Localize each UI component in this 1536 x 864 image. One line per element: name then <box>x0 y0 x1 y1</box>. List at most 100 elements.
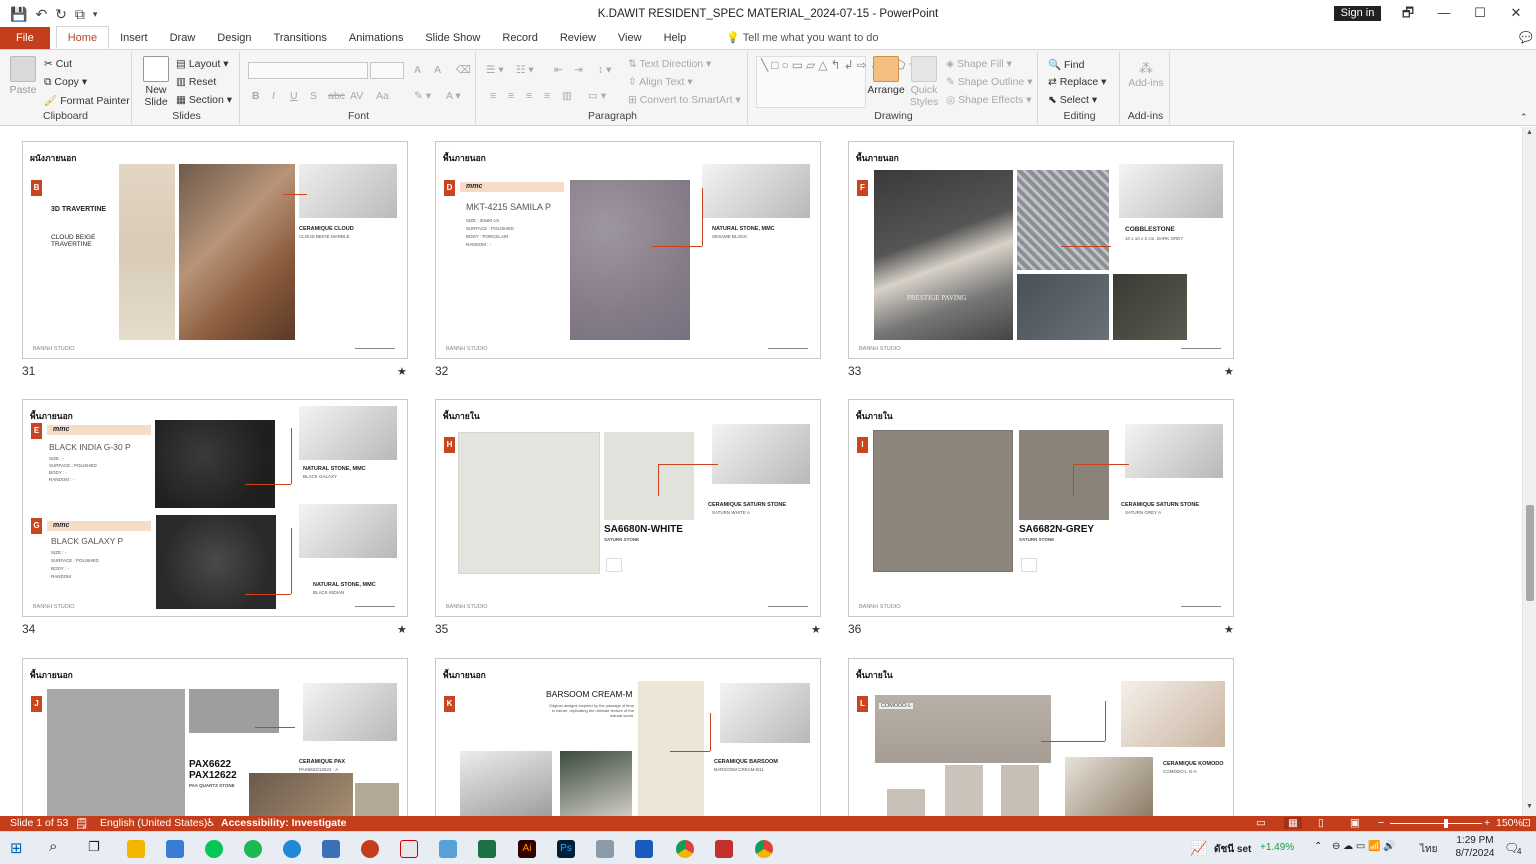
clear-format-icon[interactable]: ⌫ <box>456 64 471 76</box>
redo-icon[interactable]: ↻ <box>55 6 67 23</box>
shrink-font-button[interactable]: A <box>434 64 441 76</box>
slide-thumbnail-33[interactable]: พื้นภายนอก F PRESTIGE PAVING COBBLESTONE… <box>848 141 1234 359</box>
excel-icon[interactable] <box>478 840 496 858</box>
line-icon[interactable] <box>205 840 223 858</box>
ribbon-display-icon[interactable]: 🗗 <box>1388 0 1428 28</box>
shapes-gallery[interactable]: ╲□○▭▱△↰↲⇨⇩◇⬠☆{} <box>756 56 933 108</box>
slide-thumbnail-34[interactable]: พื้นภายนอก E mmc BLACK INDIA G-30 P SIZE… <box>22 399 408 617</box>
underline-button[interactable]: U <box>290 90 298 102</box>
zoom-level[interactable]: 150% <box>1496 817 1523 829</box>
paste-button[interactable]: Paste <box>6 56 40 96</box>
accessibility-status[interactable]: Accessibility: Investigate <box>221 817 346 829</box>
notes-check-icon[interactable]: 🗒 <box>75 817 88 830</box>
section-button[interactable]: ▦ Section ▾ <box>176 94 232 106</box>
scroll-up-icon[interactable]: ▲ <box>1526 129 1533 136</box>
font-color-icon[interactable]: A ▾ <box>446 90 461 102</box>
vertical-scrollbar[interactable]: ▲ ▼ <box>1522 127 1536 816</box>
columns-icon[interactable]: ▥ <box>562 90 572 102</box>
app-icon-4[interactable] <box>715 840 733 858</box>
app-icon-2[interactable] <box>439 840 457 858</box>
bold-button[interactable]: B <box>252 90 260 102</box>
illustrator-icon[interactable]: Ai <box>518 840 536 858</box>
tab-review[interactable]: Review <box>549 27 607 49</box>
shape-fill-button[interactable]: ◈ Shape Fill ▾ <box>946 58 1012 70</box>
align-left-icon[interactable]: ≡ <box>490 90 496 102</box>
tab-draw[interactable]: Draw <box>159 27 207 49</box>
tab-slide-show[interactable]: Slide Show <box>414 27 491 49</box>
new-slide-button[interactable]: New Slide <box>138 56 174 108</box>
tab-design[interactable]: Design <box>206 27 262 49</box>
minimize-button[interactable]: — <box>1424 0 1464 28</box>
shape-outline-button[interactable]: ✎ Shape Outline ▾ <box>946 76 1032 88</box>
shadow-button[interactable]: S <box>310 90 317 102</box>
reading-view-icon[interactable]: ▯ <box>1318 817 1324 829</box>
app-icon[interactable] <box>166 840 184 858</box>
tell-me-search[interactable]: 💡 Tell me what you want to do <box>715 27 889 49</box>
close-button[interactable]: ✕ <box>1496 0 1536 28</box>
slide-thumbnail-39[interactable]: พื้นภายใน L COMODO-L CERAMIQUE KOMODO CO… <box>848 658 1234 816</box>
fit-window-icon[interactable]: ⊡ <box>1522 817 1531 829</box>
char-spacing-button[interactable]: AV <box>350 90 363 102</box>
paragraph-border-icon[interactable]: ▭ ▾ <box>588 90 606 102</box>
reset-button[interactable]: ▥ Reset <box>176 76 216 88</box>
tab-home[interactable]: Home <box>55 26 110 49</box>
scroll-thumb[interactable] <box>1526 505 1534 601</box>
tab-animations[interactable]: Animations <box>338 27 414 49</box>
zoom-slider[interactable] <box>1390 823 1482 824</box>
font-size-combo[interactable] <box>370 62 404 79</box>
windows-start-icon[interactable]: ⊞ <box>10 839 28 857</box>
align-text-button[interactable]: ⇳ Align Text ▾ <box>628 76 693 88</box>
increase-indent-icon[interactable]: ⇥ <box>574 64 583 76</box>
align-center-icon[interactable]: ≡ <box>508 90 514 102</box>
tab-file[interactable]: File <box>0 27 50 49</box>
addins-button[interactable]: ⁂ Add-ins <box>1126 60 1166 89</box>
strikethrough-button[interactable]: abc <box>328 90 345 102</box>
chrome-profile-icon[interactable] <box>755 840 773 858</box>
tab-record[interactable]: Record <box>491 27 548 49</box>
tray-icons[interactable]: ⊖ ☁ ▭ 📶 🔊 <box>1332 841 1396 852</box>
shape-effects-button[interactable]: ◎ Shape Effects ▾ <box>946 94 1031 106</box>
app-icon-3[interactable] <box>596 840 614 858</box>
save-icon[interactable]: 💾 <box>10 6 27 23</box>
sign-in-button[interactable]: Sign in <box>1334 6 1381 21</box>
decrease-indent-icon[interactable]: ⇤ <box>554 64 563 76</box>
arrange-button[interactable]: Arrange <box>866 56 906 96</box>
chrome-icon[interactable] <box>676 840 694 858</box>
search-icon[interactable]: ⌕ <box>49 838 67 856</box>
input-language[interactable]: ไทย <box>1420 842 1437 857</box>
stock-index[interactable]: ดัชนี set <box>1214 842 1251 857</box>
tab-view[interactable]: View <box>607 27 653 49</box>
scroll-down-icon[interactable]: ▼ <box>1526 803 1533 810</box>
copy-button[interactable]: ⧉ Copy ▾ <box>44 76 87 89</box>
slide-thumbnail-35[interactable]: พื้นภายใน H SA6680N-WHITE SATURN STONE C… <box>435 399 821 617</box>
layout-button[interactable]: ▤ Layout ▾ <box>176 58 229 70</box>
change-case-button[interactable]: Aa <box>376 90 389 102</box>
slide-thumbnail-36[interactable]: พื้นภายใน I SA6682N-GREY SATURN STONE CE… <box>848 399 1234 617</box>
task-view-icon[interactable]: ❐ <box>88 839 106 857</box>
tab-help[interactable]: Help <box>653 27 698 49</box>
spotify-icon[interactable] <box>244 840 262 858</box>
grow-font-button[interactable]: A <box>414 64 421 76</box>
italic-button[interactable]: I <box>272 90 275 102</box>
photoshop-icon[interactable]: Ps <box>557 840 575 858</box>
replace-button[interactable]: ⇄ Replace ▾ <box>1048 76 1106 88</box>
present-icon[interactable]: ⧉ <box>75 6 85 23</box>
zoom-out-icon[interactable]: − <box>1378 817 1384 829</box>
text-direction-button[interactable]: ⇅ Text Direction ▾ <box>628 58 711 70</box>
bullets-icon[interactable]: ☰ ▾ <box>486 64 504 76</box>
slide-thumbnail-38[interactable]: พื้นภายนอก K BARSOOM CREAM-M Original de… <box>435 658 821 816</box>
slide-counter[interactable]: Slide 1 of 53 <box>10 817 68 829</box>
justify-icon[interactable]: ≡ <box>544 90 550 102</box>
customize-qat-icon[interactable]: ▾ <box>93 9 98 20</box>
tab-insert[interactable]: Insert <box>109 27 159 49</box>
slide-sorter-view-icon[interactable]: ▦ <box>1284 817 1302 829</box>
tab-transitions[interactable]: Transitions <box>263 27 338 49</box>
smartart-button[interactable]: ⊞ Convert to SmartArt ▾ <box>628 94 741 106</box>
powerpoint-icon[interactable] <box>361 840 379 858</box>
word-icon[interactable] <box>635 840 653 858</box>
acrobat-icon[interactable] <box>400 840 418 858</box>
line-spacing-icon[interactable]: ↕ ▾ <box>598 64 611 76</box>
slide-thumbnail-31[interactable]: ผนังภายนอก B 3D TRAVERTINE CLOUD BEIGE T… <box>22 141 408 359</box>
collapse-ribbon-icon[interactable]: ⌃ <box>1520 112 1528 123</box>
language-status[interactable]: English (United States) <box>100 817 207 829</box>
